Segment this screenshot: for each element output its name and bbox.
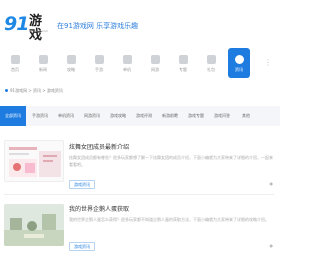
logo-subtext: 91youxi.com: [29, 29, 49, 33]
news-icon: [39, 55, 48, 64]
nav-label: 专题: [179, 67, 187, 72]
nav-label: 礼包: [207, 67, 215, 72]
category-tabs: 全部资讯 手游资讯 单机资讯 网游资讯 游戏攻略 游戏评测 新游前瞻 游戏专题 …: [0, 106, 280, 126]
nav-label: 首页: [11, 67, 19, 72]
site-slogan: 在91游戏网 乐享游戏乐趣: [57, 22, 139, 30]
tab-qa[interactable]: 游戏问答: [210, 106, 234, 126]
nav-label: 攻略: [67, 67, 75, 72]
nav-item-home[interactable]: 首页: [4, 48, 26, 78]
tab-online[interactable]: 网游资讯: [80, 106, 104, 126]
article-item[interactable]: 炫舞女团成员最新介绍 炫舞女团成员都有哪些？很多玩家都想了解一下炫舞女团的成员介…: [0, 138, 280, 190]
main-nav: 首页 新闻 攻略 手游 单机 网游 专题 礼包 资讯 ⋮: [0, 48, 280, 78]
tab-review[interactable]: 游戏评测: [132, 106, 156, 126]
nav-label: 手游: [95, 67, 103, 72]
tab-other[interactable]: 其他: [236, 106, 256, 126]
pc-game-icon: [123, 55, 132, 64]
breadcrumb-text[interactable]: 91游戏网 > 资讯 > 游戏资讯: [10, 88, 63, 93]
nav-item-mobile-game[interactable]: 手游: [88, 48, 110, 78]
article-thumbnail[interactable]: [4, 140, 64, 182]
article-title[interactable]: 我的世界企鹅人蛋获取: [69, 206, 129, 214]
nav-label: 网游: [151, 67, 159, 72]
info-icon: [235, 55, 244, 64]
topic-icon: [179, 55, 188, 64]
article-title[interactable]: 炫舞女团成员最新介绍: [69, 144, 129, 152]
article-tag[interactable]: 游戏资讯: [69, 180, 95, 189]
more-icon[interactable]: ⋮: [264, 58, 272, 67]
article-description: 炫舞女团成员都有哪些？很多玩家都想了解一下炫舞女团的成员介绍，下面小编就为大家带…: [69, 155, 273, 167]
views-icon: ●: [269, 181, 274, 186]
article-tag[interactable]: 游戏资讯: [69, 242, 95, 251]
article-thumbnail[interactable]: [4, 204, 64, 246]
nav-item-news[interactable]: 新闻: [32, 48, 54, 78]
tab-topic[interactable]: 游戏专题: [184, 106, 208, 126]
location-icon: [5, 89, 8, 92]
nav-item-pc-game[interactable]: 单机: [116, 48, 138, 78]
nav-label: 新闻: [39, 67, 47, 72]
online-game-icon: [151, 55, 160, 64]
mobile-game-icon: [95, 55, 104, 64]
nav-item-guide[interactable]: 攻略: [60, 48, 82, 78]
article-description: 我的世界企鹅人蛋怎么获得？很多玩家都不知道企鹅人蛋的获取方法，下面小编就为大家带…: [69, 217, 269, 222]
gift-icon: [207, 55, 216, 64]
nav-item-online-game[interactable]: 网游: [144, 48, 166, 78]
home-icon: [11, 55, 20, 64]
guide-icon: [67, 55, 76, 64]
nav-item-gift[interactable]: 礼包: [200, 48, 222, 78]
nav-item-topic[interactable]: 专题: [172, 48, 194, 78]
divider: [4, 194, 274, 195]
views-icon: ●: [269, 243, 274, 248]
tab-preview[interactable]: 新游前瞻: [158, 106, 182, 126]
nav-label: 资讯: [235, 67, 243, 72]
tab-mobile[interactable]: 手游资讯: [28, 106, 52, 126]
nav-label: 单机: [123, 67, 131, 72]
breadcrumb: 91游戏网 > 资讯 > 游戏资讯: [5, 88, 63, 94]
nav-item-info[interactable]: 资讯: [228, 48, 250, 78]
tab-all[interactable]: 全部资讯: [0, 106, 26, 126]
site-header: 91 游戏 91youxi.com 在91游戏网 乐享游戏乐趣: [0, 0, 280, 43]
article-item[interactable]: 我的世界企鹅人蛋获取 我的世界企鹅人蛋怎么获得？很多玩家都不知道企鹅人蛋的获取方…: [0, 200, 280, 256]
logo-number: 91: [4, 13, 29, 35]
tab-guide[interactable]: 游戏攻略: [106, 106, 130, 126]
thumbnail-image: [4, 204, 64, 246]
thumbnail-image: [5, 141, 63, 181]
tab-pc[interactable]: 单机资讯: [54, 106, 78, 126]
site-logo[interactable]: 91 游戏 91youxi.com: [4, 13, 50, 43]
